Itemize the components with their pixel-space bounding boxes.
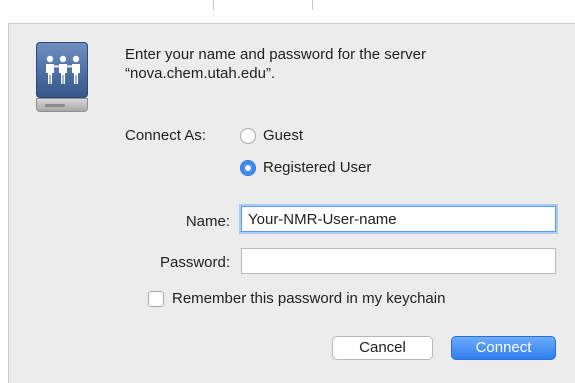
drive-slot bbox=[45, 104, 65, 107]
radio-guest[interactable]: Guest bbox=[240, 127, 303, 144]
connect-as-label: Connect As: bbox=[125, 127, 206, 144]
cancel-button[interactable]: Cancel bbox=[332, 336, 433, 360]
remember-password-checkbox[interactable] bbox=[148, 290, 164, 307]
password-field[interactable] bbox=[241, 248, 556, 274]
prompt-server-name: “nova.chem.utah.edu”. bbox=[125, 65, 276, 82]
drive-body bbox=[36, 42, 88, 98]
connect-button[interactable]: Connect bbox=[451, 336, 556, 360]
server-prompt: Enter your name and password for the ser… bbox=[125, 45, 545, 83]
shared-server-drive-icon bbox=[36, 42, 88, 152]
radio-registered-user-circle[interactable] bbox=[240, 159, 256, 176]
radio-guest-label: Guest bbox=[263, 127, 304, 144]
screen: Enter your name and password for the ser… bbox=[0, 0, 575, 383]
column-divider bbox=[213, 0, 214, 10]
people-icon bbox=[46, 55, 80, 84]
radio-guest-circle[interactable] bbox=[240, 127, 256, 144]
name-field[interactable] bbox=[241, 206, 556, 232]
radio-registered-user-label: Registered User bbox=[263, 159, 372, 176]
background-window-strip bbox=[0, 0, 575, 22]
column-divider bbox=[312, 0, 313, 10]
remember-password-label: Remember this password in my keychain bbox=[172, 290, 446, 307]
drive-base bbox=[36, 98, 88, 112]
name-label: Name: bbox=[185, 213, 230, 230]
prompt-line-1: Enter your name and password for the ser… bbox=[125, 46, 426, 63]
remember-password-checkbox-row[interactable]: Remember this password in my keychain bbox=[148, 290, 445, 307]
radio-registered-user[interactable]: Registered User bbox=[240, 159, 371, 176]
password-label: Password: bbox=[159, 254, 230, 271]
